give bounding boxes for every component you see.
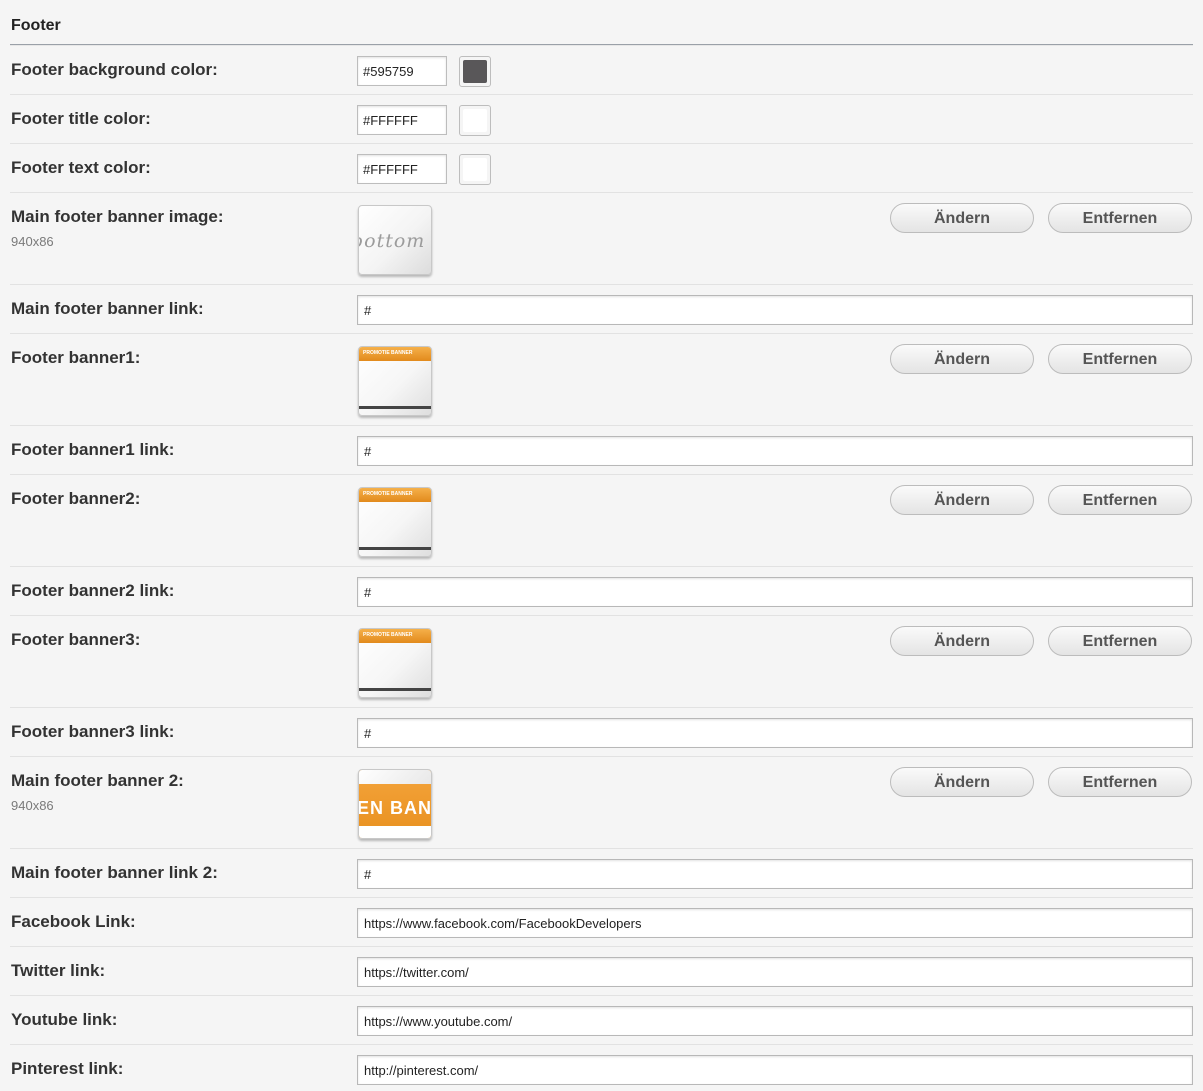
footer-banner1-thumbnail-strip: PROMOTIE BANNER: [359, 347, 431, 361]
footer-title-color-swatch[interactable]: [459, 105, 491, 136]
main-footer-banner-image-label: Main footer banner image:: [11, 207, 224, 226]
main-footer-banner-image-row: Main footer banner image: 940x86 bottom …: [10, 193, 1193, 285]
main-footer-banner-change-button[interactable]: Ändern: [890, 203, 1034, 233]
footer-banner2-link-label: Footer banner2 link:: [11, 581, 175, 600]
footer-banner1-thumbnail-baseline: [359, 406, 431, 409]
youtube-link-input[interactable]: [357, 1006, 1193, 1036]
footer-banner1-link-row: Footer banner1 link:: [10, 426, 1193, 475]
footer-title-color-input[interactable]: [357, 105, 447, 135]
footer-background-color-row: Footer background color:: [10, 46, 1193, 95]
main-footer-banner-remove-button[interactable]: Entfernen: [1048, 203, 1192, 233]
main-footer-banner-link-label: Main footer banner link:: [11, 299, 204, 318]
footer-banner2-thumbnail-strip: PROMOTIE BANNER: [359, 488, 431, 502]
main-footer-banner-link2-input[interactable]: [357, 859, 1193, 889]
main-footer-banner2-change-button[interactable]: Ändern: [890, 767, 1034, 797]
footer-banner1-change-button[interactable]: Ändern: [890, 344, 1034, 374]
footer-banner2-thumbnail: PROMOTIE BANNER: [358, 487, 432, 557]
main-footer-banner2-thumbnail-top: [359, 770, 431, 784]
footer-banner2-thumbnail-text: PROMOTIE BANNER: [363, 491, 413, 497]
footer-banner2-row: Footer banner2: PROMOTIE BANNER Ändern E…: [10, 475, 1193, 567]
footer-banner1-label: Footer banner1:: [11, 348, 141, 367]
footer-text-color-input[interactable]: [357, 154, 447, 184]
footer-banner3-link-label: Footer banner3 link:: [11, 722, 175, 741]
footer-text-color-swatch-fill: [463, 158, 487, 181]
footer-banner3-change-button[interactable]: Ändern: [890, 626, 1034, 656]
facebook-link-label: Facebook Link:: [11, 912, 136, 931]
footer-banner1-link-label: Footer banner1 link:: [11, 440, 175, 459]
footer-background-color-swatch[interactable]: [459, 56, 491, 87]
main-footer-banner2-thumbnail-bottom: [359, 826, 431, 838]
twitter-link-input[interactable]: [357, 957, 1193, 987]
footer-banner1-thumbnail-text: PROMOTIE BANNER: [363, 350, 413, 356]
footer-background-color-label: Footer background color:: [11, 60, 218, 79]
footer-banner1-thumbnail: PROMOTIE BANNER: [358, 346, 432, 416]
main-footer-banner-thumbnail: bottom: [358, 205, 432, 275]
footer-banner2-thumbnail-baseline: [359, 547, 431, 550]
footer-banner3-thumbnail-baseline: [359, 688, 431, 691]
footer-banner3-link-input[interactable]: [357, 718, 1193, 748]
main-footer-banner-link-input[interactable]: [357, 295, 1193, 325]
footer-background-color-swatch-fill: [463, 60, 487, 83]
section-title: Footer: [11, 17, 61, 34]
footer-text-color-label: Footer text color:: [11, 158, 151, 177]
footer-title-color-row: Footer title color:: [10, 95, 1193, 144]
footer-banner3-link-row: Footer banner3 link:: [10, 708, 1193, 757]
footer-banner3-remove-button[interactable]: Entfernen: [1048, 626, 1192, 656]
footer-banner1-link-input[interactable]: [357, 436, 1193, 466]
main-footer-banner2-size-hint: 940x86: [11, 798, 54, 813]
pinterest-link-row: Pinterest link:: [10, 1045, 1193, 1091]
footer-banner2-link-input[interactable]: [357, 577, 1193, 607]
footer-banner3-thumbnail: PROMOTIE BANNER: [358, 628, 432, 698]
footer-banner1-remove-button[interactable]: Entfernen: [1048, 344, 1192, 374]
twitter-link-row: Twitter link:: [10, 947, 1193, 996]
footer-banner2-remove-button[interactable]: Entfernen: [1048, 485, 1192, 515]
footer-title-color-label: Footer title color:: [11, 109, 151, 128]
footer-text-color-swatch[interactable]: [459, 154, 491, 185]
footer-banner2-change-button[interactable]: Ändern: [890, 485, 1034, 515]
facebook-link-input[interactable]: [357, 908, 1193, 938]
main-footer-banner-size-hint: 940x86: [11, 234, 54, 249]
youtube-link-row: Youtube link:: [10, 996, 1193, 1045]
footer-banner3-label: Footer banner3:: [11, 630, 141, 649]
main-footer-banner2-row: Main footer banner 2: 940x86 EN BAN Ände…: [10, 757, 1193, 849]
footer-banner3-thumbnail-strip: PROMOTIE BANNER: [359, 629, 431, 643]
youtube-link-label: Youtube link:: [11, 1010, 118, 1029]
footer-banner1-row: Footer banner1: PROMOTIE BANNER Ändern E…: [10, 334, 1193, 426]
pinterest-link-input[interactable]: [357, 1055, 1193, 1085]
main-footer-banner2-label: Main footer banner 2:: [11, 771, 184, 790]
main-footer-banner-link2-label: Main footer banner link 2:: [11, 863, 218, 882]
pinterest-link-label: Pinterest link:: [11, 1059, 124, 1078]
footer-banner2-link-row: Footer banner2 link:: [10, 567, 1193, 616]
footer-background-color-input[interactable]: [357, 56, 447, 86]
facebook-link-row: Facebook Link:: [10, 898, 1193, 947]
twitter-link-label: Twitter link:: [11, 961, 106, 980]
main-footer-banner-link2-row: Main footer banner link 2:: [10, 849, 1193, 898]
footer-title-color-swatch-fill: [463, 109, 487, 132]
footer-banner3-thumbnail-text: PROMOTIE BANNER: [363, 632, 413, 638]
main-footer-banner2-thumbnail: EN BAN: [358, 769, 432, 839]
footer-banner2-label: Footer banner2:: [11, 489, 141, 508]
main-footer-banner-thumbnail-text: bottom: [358, 230, 426, 252]
footer-banner3-row: Footer banner3: PROMOTIE BANNER Ändern E…: [10, 616, 1193, 708]
footer-text-color-row: Footer text color:: [10, 144, 1193, 193]
main-footer-banner2-thumbnail-text: EN BAN: [358, 798, 432, 818]
main-footer-banner-link-row: Main footer banner link:: [10, 285, 1193, 334]
main-footer-banner2-remove-button[interactable]: Entfernen: [1048, 767, 1192, 797]
